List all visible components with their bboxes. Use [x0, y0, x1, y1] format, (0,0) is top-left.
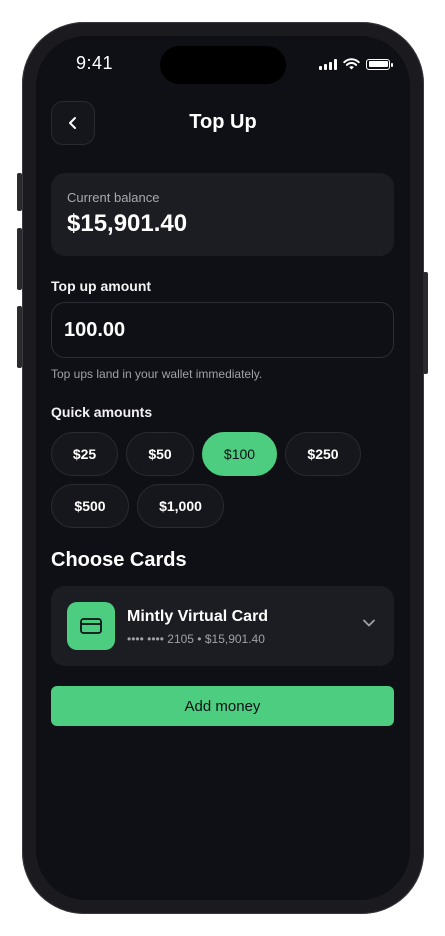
quick-amount-250[interactable]: $250	[285, 432, 361, 476]
page-title: Top Up	[189, 111, 257, 133]
card-icon-box	[67, 602, 115, 650]
quick-amounts-label: Quick amounts	[51, 404, 153, 420]
topup-amount-input[interactable]: 100.00	[51, 302, 394, 358]
quick-amount-500[interactable]: $500	[51, 484, 129, 528]
choose-cards-title: Choose Cards	[51, 549, 187, 571]
topup-amount-value: 100.00	[64, 319, 126, 341]
balance-label: Current balance	[67, 190, 160, 205]
side-button-volume-up	[17, 228, 22, 290]
wifi-icon	[343, 58, 360, 70]
battery-icon	[366, 58, 393, 70]
quick-amount-100[interactable]: $100	[202, 432, 277, 476]
status-time: 9:41	[76, 53, 114, 73]
chevron-down-icon	[363, 619, 375, 627]
credit-card-icon	[80, 618, 102, 634]
side-button-mute	[17, 173, 22, 211]
quick-amount-25[interactable]: $25	[51, 432, 118, 476]
screen: 9:41 Top Up Current balance $15,901.40 T…	[36, 36, 410, 900]
card-detail: •••• •••• 2105 • $15,901.40	[127, 632, 265, 646]
card-selector[interactable]: Mintly Virtual Card •••• •••• 2105 • $15…	[51, 586, 394, 666]
topup-hint: Top ups land in your wallet immediately.	[51, 367, 263, 381]
balance-card: Current balance $15,901.40	[51, 173, 394, 256]
side-button-volume-down	[17, 306, 22, 368]
quick-amount-50[interactable]: $50	[126, 432, 194, 476]
side-button-power	[423, 272, 428, 374]
add-money-button[interactable]: Add money	[51, 686, 394, 726]
topup-amount-label: Top up amount	[51, 278, 152, 294]
card-name: Mintly Virtual Card	[127, 608, 269, 625]
dynamic-island	[160, 46, 286, 84]
signal-icon	[319, 58, 337, 70]
status-icons	[319, 58, 393, 70]
quick-amount-1000[interactable]: $1,000	[137, 484, 224, 528]
balance-value: $15,901.40	[67, 210, 188, 237]
